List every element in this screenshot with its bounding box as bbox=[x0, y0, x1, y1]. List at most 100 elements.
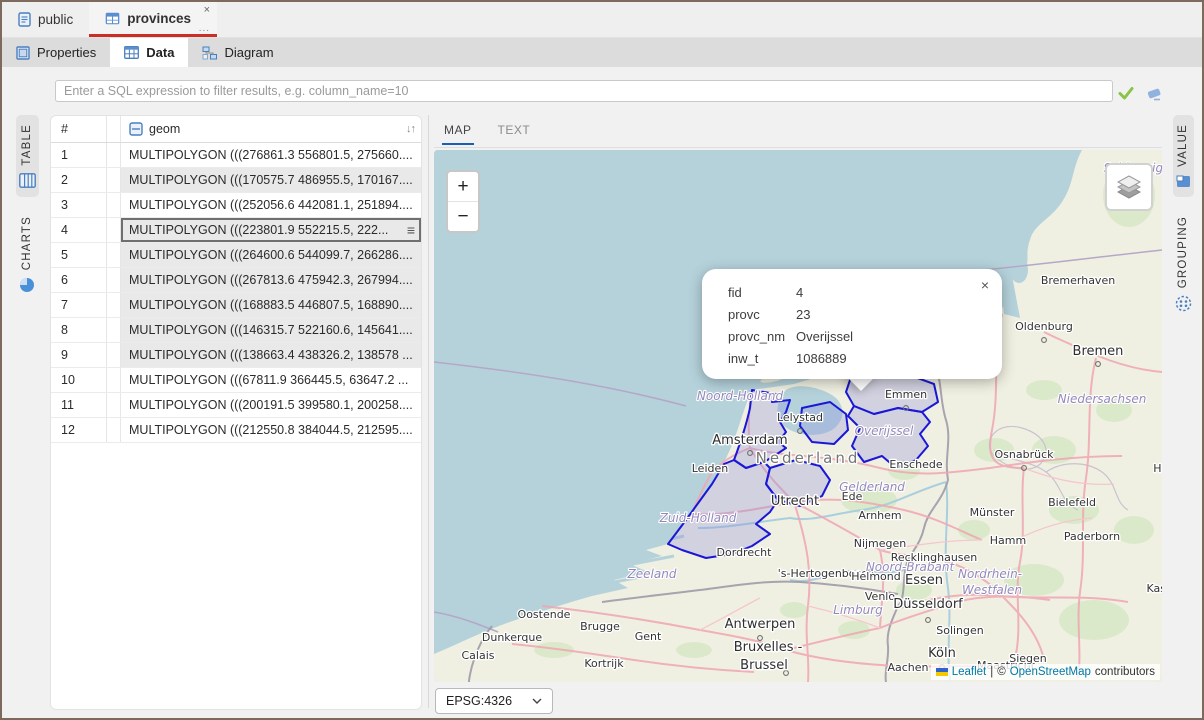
tab-provinces-label: provinces bbox=[127, 11, 191, 26]
row-number[interactable]: 4 bbox=[51, 218, 107, 242]
map-layers-button[interactable] bbox=[1105, 163, 1153, 211]
row-number[interactable]: 5 bbox=[51, 243, 107, 267]
popup-field-key: fid bbox=[728, 285, 796, 300]
zoom-out-button[interactable]: − bbox=[448, 202, 478, 231]
crs-selector[interactable]: EPSG:4326 bbox=[435, 688, 553, 714]
table-row[interactable]: 1 MULTIPOLYGON (((276861.3 556801.5, 2756… bbox=[51, 143, 421, 168]
map-label: Enschede bbox=[889, 458, 942, 471]
map-label: Düsseldorf bbox=[893, 597, 963, 612]
table-row[interactable]: 3 MULTIPOLYGON (((252056.6 442081.1, 2518… bbox=[51, 193, 421, 218]
grid-spacer-cell bbox=[107, 368, 121, 392]
row-number[interactable]: 7 bbox=[51, 293, 107, 317]
row-number[interactable]: 3 bbox=[51, 193, 107, 217]
tab-properties-label: Properties bbox=[37, 45, 96, 60]
geom-cell[interactable]: MULTIPOLYGON (((267813.6 475942.3, 26799… bbox=[121, 268, 421, 292]
results-grid: # geom ↓↑ 1 MULTIPOLYGON (((276861.3 5568… bbox=[50, 115, 422, 710]
grid-spacer-cell bbox=[107, 318, 121, 342]
tab-overflow-icon[interactable]: ... bbox=[199, 23, 210, 34]
table-row[interactable]: 12 MULTIPOLYGON (((212550.8 384044.5, 212… bbox=[51, 418, 421, 443]
geom-cell[interactable]: MULTIPOLYGON (((170575.7 486955.5, 17016… bbox=[121, 168, 421, 192]
tab-diagram-label: Diagram bbox=[224, 45, 273, 60]
row-number[interactable]: 10 bbox=[51, 368, 107, 392]
chevron-down-icon bbox=[532, 698, 542, 704]
geom-cell[interactable]: MULTIPOLYGON (((276861.3 556801.5, 27566… bbox=[121, 143, 421, 167]
table-row[interactable]: 6 MULTIPOLYGON (((267813.6 475942.3, 2679… bbox=[51, 268, 421, 293]
popup-field-value: Overijssel bbox=[796, 329, 986, 344]
tab-diagram[interactable]: Diagram bbox=[188, 38, 287, 67]
row-number[interactable]: 11 bbox=[51, 393, 107, 417]
map-label: Münster bbox=[970, 506, 1015, 519]
tab-properties[interactable]: Properties bbox=[2, 38, 110, 67]
rail-item-grouping[interactable]: GROUPING bbox=[1172, 207, 1195, 321]
table-icon bbox=[105, 12, 120, 25]
row-number[interactable]: 2 bbox=[51, 168, 107, 192]
popup-close-icon[interactable]: × bbox=[981, 278, 989, 292]
row-number[interactable]: 1 bbox=[51, 143, 107, 167]
grouping-icon bbox=[1175, 295, 1192, 312]
rail-item-value[interactable]: VALUE bbox=[1173, 115, 1194, 197]
table-row[interactable]: 5 MULTIPOLYGON (((264600.6 544099.7, 2662… bbox=[51, 243, 421, 268]
attribution-separator: | bbox=[990, 666, 993, 678]
popup-field-key: provc bbox=[728, 307, 796, 322]
geom-cell[interactable]: MULTIPOLYGON (((264600.6 544099.7, 26628… bbox=[121, 243, 421, 267]
map-label: Bruxelles - bbox=[734, 640, 803, 655]
openstreetmap-link[interactable]: OpenStreetMap bbox=[1010, 666, 1091, 678]
ukraine-flag-icon bbox=[936, 668, 948, 676]
geom-cell[interactable]: MULTIPOLYGON (((67811.9 366445.5, 63647.… bbox=[121, 368, 421, 392]
row-number-column-header[interactable]: # bbox=[51, 116, 107, 142]
leaflet-map[interactable]: Noord-HollandAmsterdamLelystadLeidenNede… bbox=[434, 150, 1162, 682]
rail-item-charts[interactable]: CHARTS bbox=[16, 207, 38, 302]
map-label: Westfalen bbox=[962, 583, 1022, 597]
map-label: Gelderland bbox=[839, 480, 905, 494]
map-label: Oldenburg bbox=[1015, 320, 1073, 333]
table-row[interactable]: 8 MULTIPOLYGON (((146315.7 522160.6, 1456… bbox=[51, 318, 421, 343]
geom-cell[interactable]: MULTIPOLYGON (((252056.6 442081.1, 25189… bbox=[121, 193, 421, 217]
geom-cell[interactable]: MULTIPOLYGON (((212550.8 384044.5, 21259… bbox=[121, 418, 421, 442]
map-label: Aachen bbox=[887, 661, 928, 674]
table-row[interactable]: 9 MULTIPOLYGON (((138663.4 438326.2, 1385… bbox=[51, 343, 421, 368]
row-number[interactable]: 8 bbox=[51, 318, 107, 342]
table-row[interactable]: 4 MULTIPOLYGON (((223801.9 552215.5, 222.… bbox=[51, 218, 421, 243]
editor-tab-bar: public provinces × ... bbox=[2, 2, 1202, 38]
geom-cell[interactable]: MULTIPOLYGON (((146315.7 522160.6, 14564… bbox=[121, 318, 421, 342]
row-number[interactable]: 9 bbox=[51, 343, 107, 367]
tab-map[interactable]: MAP bbox=[442, 119, 474, 145]
rail-grouping-label: GROUPING bbox=[1177, 216, 1189, 288]
cell-menu-icon[interactable]: ≡ bbox=[407, 223, 415, 237]
table-row[interactable]: 2 MULTIPOLYGON (((170575.7 486955.5, 1701… bbox=[51, 168, 421, 193]
sort-order-icon[interactable]: ↓↑ bbox=[406, 123, 415, 135]
table-row[interactable]: 7 MULTIPOLYGON (((168883.5 446807.5, 1688… bbox=[51, 293, 421, 318]
row-number[interactable]: 6 bbox=[51, 268, 107, 292]
tab-public[interactable]: public bbox=[2, 2, 89, 37]
geom-column-header[interactable]: geom ↓↑ bbox=[121, 116, 421, 142]
tab-text[interactable]: TEXT bbox=[496, 119, 533, 145]
zoom-in-button[interactable]: + bbox=[448, 172, 478, 202]
table-row[interactable]: 10 MULTIPOLYGON (((67811.9 366445.5, 6364… bbox=[51, 368, 421, 393]
sql-filter-input[interactable] bbox=[55, 80, 1113, 102]
geom-cell[interactable]: MULTIPOLYGON (((138663.4 438326.2, 13857… bbox=[121, 343, 421, 367]
geom-cell[interactable]: MULTIPOLYGON (((200191.5 399580.1, 20025… bbox=[121, 393, 421, 417]
tab-provinces[interactable]: provinces × ... bbox=[89, 2, 217, 37]
map-label: Recklinghausen bbox=[891, 551, 978, 564]
apply-filter-check-icon[interactable] bbox=[1117, 84, 1135, 102]
tab-data[interactable]: Data bbox=[110, 38, 188, 67]
map-label: Kortrijk bbox=[584, 657, 624, 670]
rail-item-table[interactable]: TABLE bbox=[16, 115, 39, 197]
leaflet-link[interactable]: Leaflet bbox=[952, 666, 987, 678]
table-row[interactable]: 11 MULTIPOLYGON (((200191.5 399580.1, 200… bbox=[51, 393, 421, 418]
map-label: Dunkerque bbox=[482, 631, 542, 644]
map-label: Zuid-Holland bbox=[659, 511, 737, 525]
panel-splitter[interactable] bbox=[428, 115, 429, 708]
clear-filter-eraser-icon[interactable] bbox=[1145, 84, 1163, 102]
map-label: Paderborn bbox=[1064, 530, 1120, 543]
grid-spacer-cell bbox=[107, 418, 121, 442]
geom-cell[interactable]: MULTIPOLYGON (((168883.5 446807.5, 16889… bbox=[121, 293, 421, 317]
close-tab-icon[interactable]: × bbox=[204, 4, 210, 16]
map-label: Niedersachsen bbox=[1058, 392, 1147, 406]
map-label: Emmen bbox=[885, 388, 927, 401]
copyright-symbol: © bbox=[997, 666, 1005, 678]
geom-cell[interactable]: MULTIPOLYGON (((223801.9 552215.5, 222..… bbox=[121, 218, 421, 242]
diagram-icon bbox=[202, 46, 217, 60]
row-number[interactable]: 12 bbox=[51, 418, 107, 442]
map-label: Utrecht bbox=[771, 494, 819, 509]
